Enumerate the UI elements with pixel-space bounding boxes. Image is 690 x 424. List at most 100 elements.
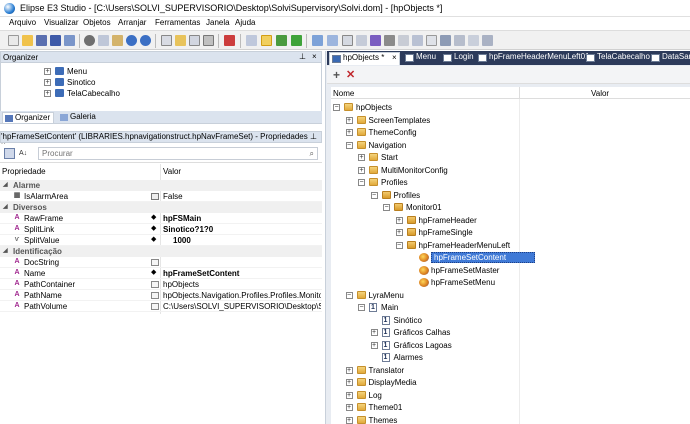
close-icon[interactable]: × [312,52,317,61]
expand-icon[interactable]: + [345,404,353,411]
menu-ajuda[interactable]: Ajuda [235,18,255,27]
tree-node[interactable]: + MultiMonitorConfig [331,165,519,176]
expand-icon[interactable]: + [358,166,365,174]
property-value[interactable]: hpObjects.Navigation.Profiles.Profiles.M… [163,291,321,300]
category-row[interactable]: ◢ Diversos [0,202,322,213]
stop-icon[interactable] [224,35,235,46]
settings-icon[interactable] [384,35,395,46]
domain-icon[interactable] [370,35,381,46]
tab-login[interactable]: Login [441,52,477,65]
list-icon[interactable] [356,35,367,46]
property-row[interactable]: A PathName hpObjects.Navigation.Profiles… [0,290,322,301]
tree-node[interactable]: +1 Gráficos Calhas [331,327,519,338]
tree-node[interactable]: − Profiles [331,190,519,201]
tab-telacabecalho[interactable]: TelaCabecalho [584,52,650,65]
menu-objetos[interactable]: Objetos [83,18,111,27]
new-icon[interactable] [8,35,19,46]
tree-node[interactable]: 1 Sinótico [331,315,519,326]
expand-icon[interactable]: + [345,129,353,136]
properties-icon[interactable] [342,35,353,46]
organizer-item[interactable]: + Sinotico [1,77,323,88]
property-row[interactable]: A PathVolume C:\Users\SOLVI_SUPERVISORIO… [0,301,322,312]
expand-icon[interactable]: + [395,229,403,236]
collapse-icon[interactable]: ◢ [3,247,8,254]
play-icon[interactable] [291,35,302,46]
tool-icon[interactable] [312,35,323,46]
property-row[interactable]: ѵ SplitValue ◆ 1000 [0,235,322,246]
print-icon[interactable] [64,35,75,46]
paste-icon[interactable] [112,35,123,46]
expand-icon[interactable]: + [358,154,365,161]
tree-node[interactable]: hpFrameSetMaster [331,265,519,276]
property-value[interactable]: 1000 [163,236,321,245]
undo-icon[interactable] [126,35,137,46]
menu-ferramentas[interactable]: Ferramentas [155,18,200,27]
tree-node[interactable]: + Log [331,390,519,401]
tab-datasanit[interactable]: DataSanit [649,52,690,65]
tree-node[interactable]: − Navigation [331,140,519,151]
sort-az-icon[interactable]: A↓ [19,148,30,159]
tree-node[interactable]: + Theme01 [331,402,519,413]
collapse-icon[interactable]: − [383,204,390,211]
grid-icon[interactable] [203,35,214,46]
tab-organizer[interactable]: Organizer [2,112,55,123]
tab-hpframeheadermenuleft01[interactable]: hpFrameHeaderMenuLeft01 [476,52,590,65]
save-icon[interactable] [36,35,47,46]
view-icon[interactable] [246,35,257,46]
add-icon[interactable]: + [333,68,340,82]
expand-icon[interactable]: + [345,116,353,124]
tab-galeria[interactable]: Galeria [58,112,99,123]
tree-node[interactable]: − hpObjects [331,102,519,113]
pin-icon[interactable]: ⊥ [299,52,306,61]
expand-icon[interactable]: + [44,79,51,86]
extra-icon[interactable] [454,35,465,46]
run-icon[interactable] [276,35,287,46]
organizer-item[interactable]: + TelaCabecalho [1,88,323,99]
expand-icon[interactable]: + [345,416,353,424]
cut-icon[interactable] [84,35,95,46]
options-icon[interactable] [426,35,437,46]
copy-icon[interactable] [98,35,109,46]
tree-node[interactable]: + Themes [331,415,519,424]
extra3-icon[interactable] [482,35,493,46]
collapse-icon[interactable]: − [333,104,340,111]
category-row[interactable]: ◢ Identificação [0,246,322,257]
expand-icon[interactable]: + [44,90,51,97]
explorer-icon[interactable] [327,35,338,46]
tree-node[interactable]: + ThemeConfig [331,127,519,138]
menu-visualizar[interactable]: Visualizar [44,18,79,27]
property-value[interactable]: False [163,192,321,201]
tree-node[interactable]: + Translator [331,365,519,376]
window-icon[interactable] [189,35,200,46]
property-row[interactable]: A DocString [0,257,322,268]
tree-node[interactable]: − Monitor01 [331,202,519,213]
tree-node[interactable]: + ScreenTemplates [331,115,519,126]
tree-node[interactable]: − LyraMenu [331,290,519,301]
property-row[interactable]: A Name ◆ hpFrameSetContent [0,268,322,279]
tree-node[interactable]: + DisplayMedia [331,377,519,388]
collapse-icon[interactable]: − [358,179,365,186]
search-box[interactable]: ⌕ [38,147,318,160]
property-row[interactable]: A PathContainer hpObjects [0,279,322,290]
expand-icon[interactable]: + [345,391,353,399]
search-input[interactable] [39,148,294,159]
tree-node[interactable]: − hpFrameHeaderMenuLeft [331,240,519,251]
property-row[interactable]: ▦ IsAlarmArea False [0,191,322,202]
category-row[interactable]: ◢ Alarme [0,180,322,191]
tree-node[interactable]: −1 Main [331,302,519,313]
monitor-icon[interactable] [440,35,451,46]
tree-node[interactable]: − Profiles [331,177,519,188]
tree-node[interactable]: + hpFrameSingle [331,227,519,238]
expand-icon[interactable]: + [345,366,353,374]
collapse-icon[interactable]: ◢ [3,181,8,188]
collapse-icon[interactable]: − [358,304,365,311]
screen-icon[interactable] [161,35,172,46]
property-value[interactable]: C:\Users\SOLVI_SUPERVISORIO\Desktop\Solv… [163,302,321,311]
delete-icon[interactable]: ✕ [346,68,355,81]
property-value[interactable]: Sinotico?1?0 [163,225,321,234]
library-icon[interactable] [175,35,186,46]
expand-icon[interactable]: + [370,341,378,349]
collapse-icon[interactable]: − [370,191,378,199]
expand-icon[interactable]: + [370,329,378,336]
search-icon[interactable]: ⌕ [310,149,314,159]
